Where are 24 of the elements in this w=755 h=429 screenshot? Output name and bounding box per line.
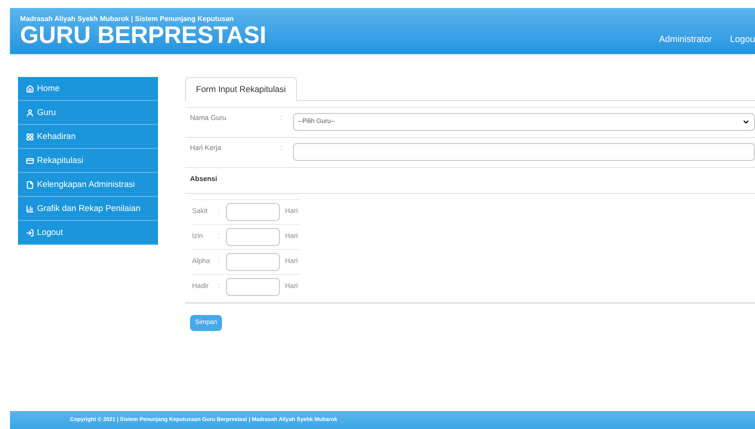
person-icon	[26, 108, 34, 116]
chevron-down-icon	[742, 118, 750, 126]
sidebar-item[interactable]: Guru	[18, 101, 158, 125]
sidebar-item[interactable]: Logout	[18, 221, 158, 245]
input-field[interactable]	[226, 253, 280, 271]
grid-icon	[26, 132, 34, 140]
bar-chart-icon	[26, 204, 34, 212]
card-icon	[26, 156, 34, 164]
sidebar-item[interactable]: Rekapitulasi	[18, 149, 158, 173]
input-field[interactable]	[226, 203, 280, 221]
home-icon	[26, 84, 34, 92]
sidebar-item[interactable]: Grafik dan Rekap Penilaian	[18, 197, 158, 221]
sidebar-item[interactable]: Kelengkapan Administrasi	[18, 173, 158, 197]
nav-link[interactable]: Logou	[730, 32, 755, 46]
sidebar-item[interactable]: Home	[18, 77, 158, 101]
input-field[interactable]	[226, 278, 280, 296]
site-title: GURU BERPRESTASI	[20, 24, 266, 48]
file-icon	[26, 180, 34, 188]
sidebar-item[interactable]: Kehadiran	[18, 125, 158, 149]
input-field[interactable]	[226, 228, 280, 246]
nav-link[interactable]: Administrator	[658, 32, 712, 46]
input-field[interactable]	[293, 143, 755, 161]
sign-in-icon	[26, 228, 34, 236]
form-tab[interactable]: Form Input Rekapitulasi	[185, 77, 297, 101]
